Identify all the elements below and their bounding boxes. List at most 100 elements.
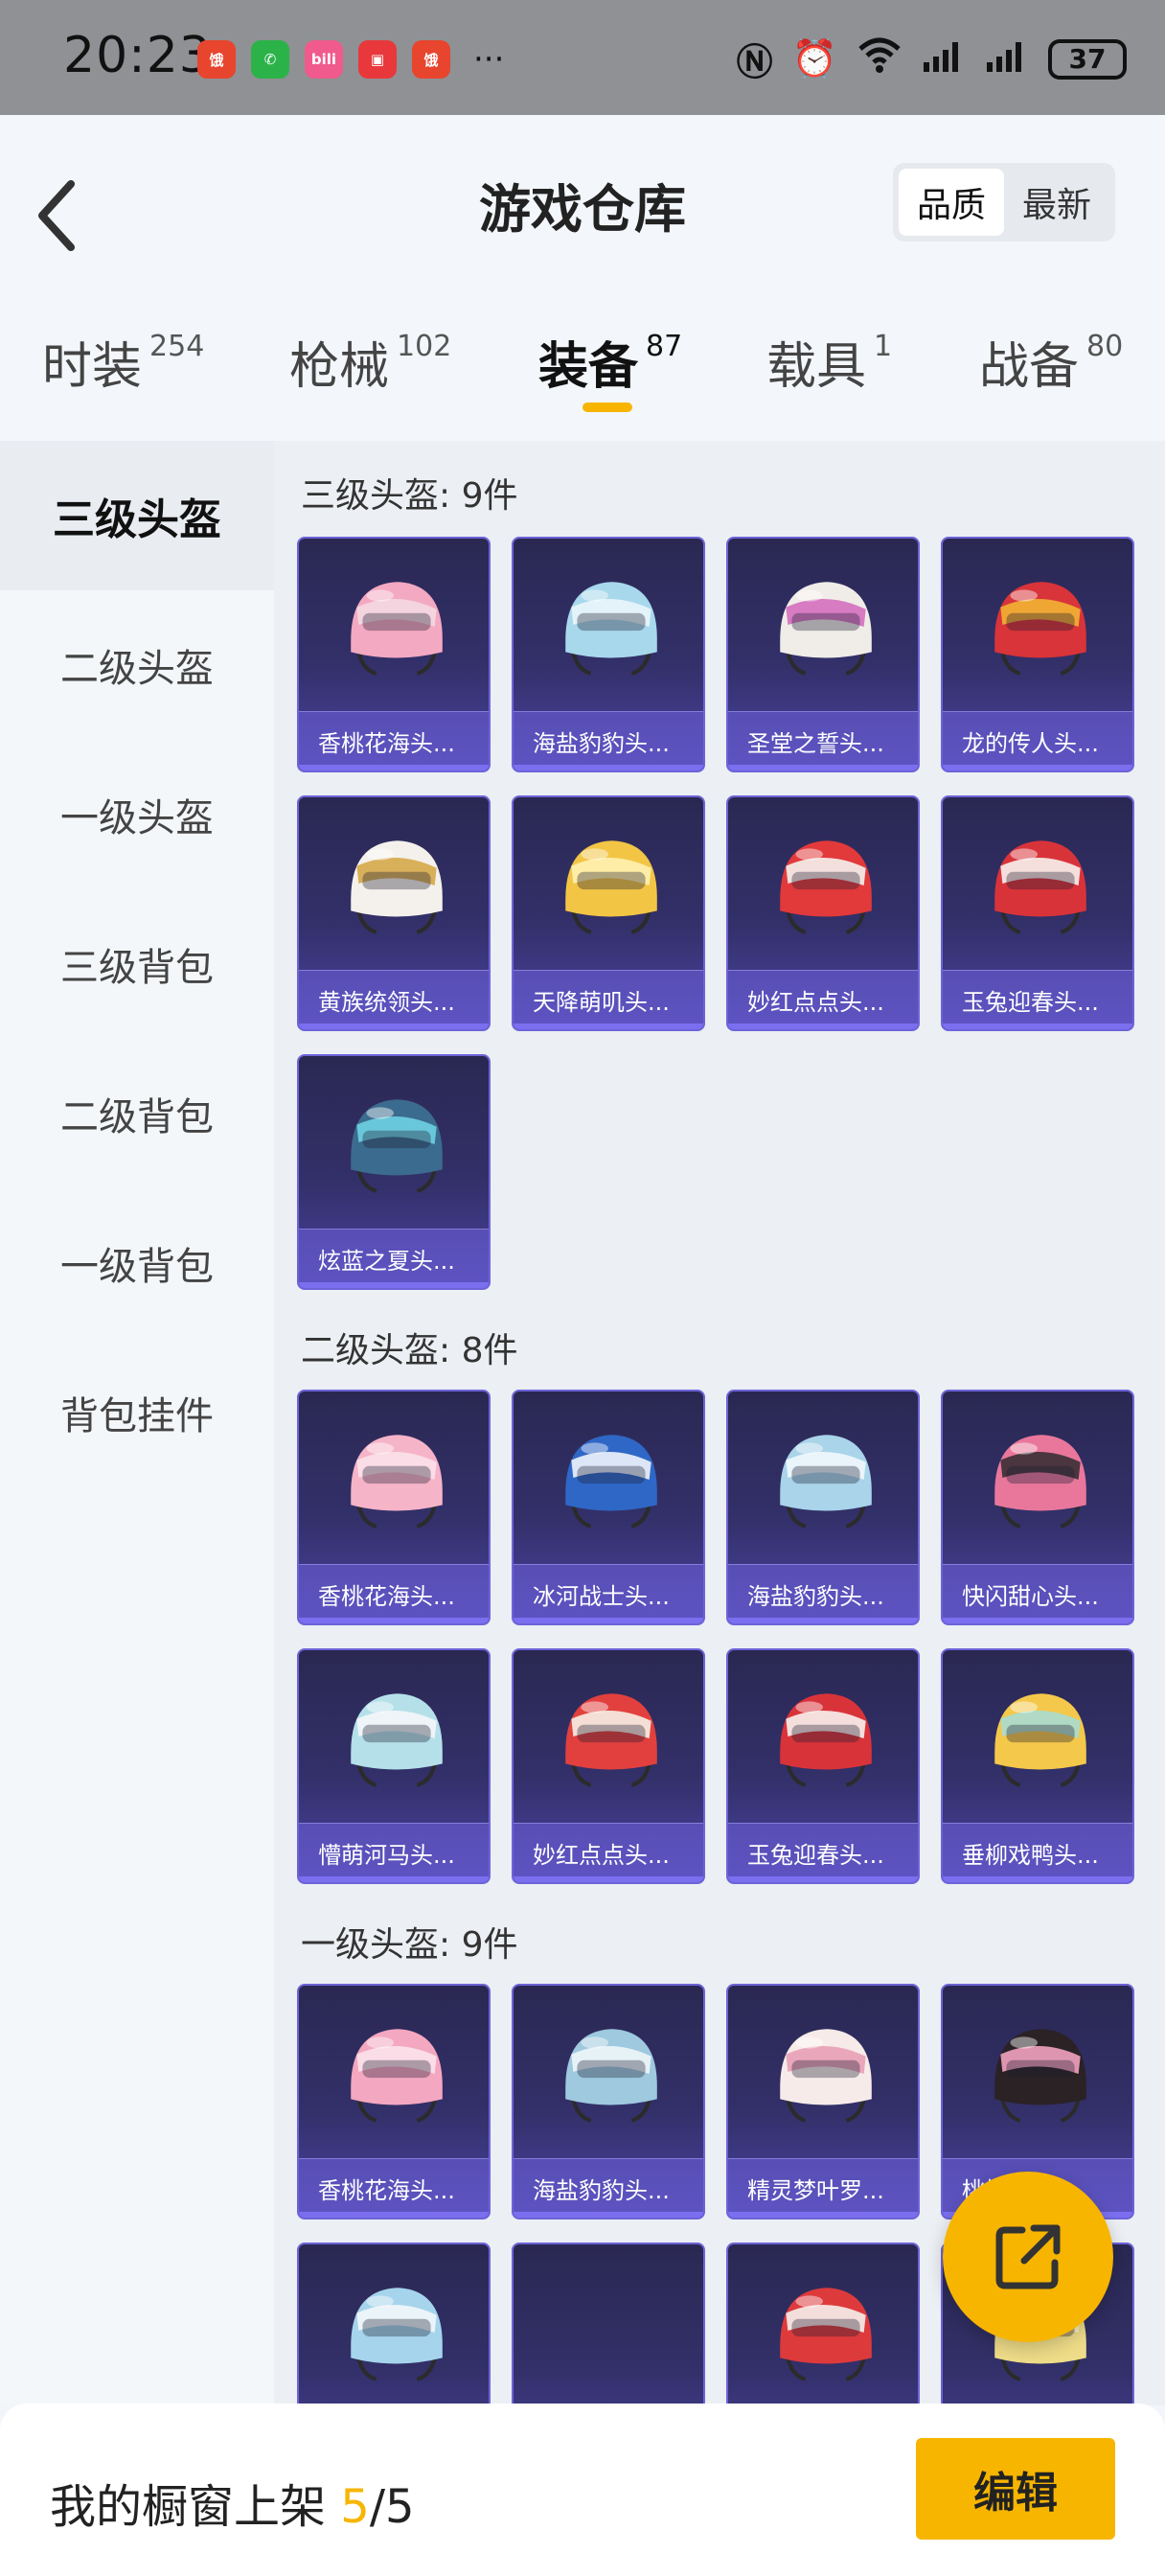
active-tab-indicator: [582, 402, 632, 412]
rarity-bar: [943, 765, 1132, 770]
tab-weapons[interactable]: 枪械 102: [289, 326, 451, 398]
helmet-icon: [565, 1693, 657, 1787]
helmet-icon: [780, 2029, 872, 2123]
helmet-icon: [351, 582, 443, 676]
item-card[interactable]: 玉兔迎春头...: [726, 1648, 920, 1884]
sort-toggle: 品质 最新: [893, 163, 1115, 242]
item-name: 龙的传人头...: [943, 711, 1132, 770]
item-name: 玉兔迎春头...: [943, 970, 1132, 1029]
item-card[interactable]: 龙的传人头...: [941, 537, 1134, 772]
item-card[interactable]: 海盐豹豹头...: [726, 1390, 920, 1625]
item-name: 妙红点点头...: [728, 970, 918, 1029]
item-card[interactable]: 香桃花海头...: [297, 1390, 491, 1625]
rarity-bar: [728, 1876, 918, 1882]
share-button[interactable]: [943, 2172, 1113, 2342]
tab-vehicles[interactable]: 载具 1: [766, 326, 892, 398]
nfc-icon: Ⓝ: [736, 41, 773, 83]
helmet-icon: [351, 1435, 443, 1529]
wifi-icon: [857, 35, 902, 82]
showcase-total-count: 5: [385, 2480, 415, 2534]
food-app-icon-2: 饿: [412, 40, 450, 79]
tab-fashion[interactable]: 时装 254: [42, 326, 204, 398]
edit-button[interactable]: 编辑: [916, 2438, 1115, 2540]
sidebar-item-level2-helmet[interactable]: 二级头盔: [0, 590, 274, 740]
helmet-icon: [565, 582, 657, 676]
rarity-bar: [728, 1024, 918, 1029]
header: 游戏仓库 品质 最新 时装 254 枪械 102 装备 87 载具 1 战备 8…: [0, 115, 1165, 441]
item-card[interactable]: 玉兔迎春头...: [941, 795, 1134, 1031]
item-card[interactable]: [297, 2242, 491, 2405]
rarity-bar: [299, 1618, 489, 1623]
status-time: 20:23: [63, 27, 212, 84]
helmet-icon: [351, 2288, 443, 2381]
helmet-icon: [780, 582, 872, 676]
helmet-icon: [565, 1435, 657, 1529]
sort-latest-button[interactable]: 最新: [1004, 169, 1109, 236]
rarity-bar: [299, 2212, 489, 2218]
item-card[interactable]: 懵萌河马头...: [297, 1648, 491, 1884]
item-name: 冰河战士头...: [514, 1564, 703, 1623]
item-card[interactable]: 垂柳戏鸭头...: [941, 1648, 1134, 1884]
more-notifications-icon: ···: [473, 40, 505, 79]
section-title: 一级头盔: 9件: [301, 1925, 518, 1965]
rarity-bar: [514, 765, 703, 770]
sort-quality-button[interactable]: 品质: [899, 169, 1004, 236]
helmet-icon: [351, 2029, 443, 2123]
food-app-icon: 饿: [197, 40, 236, 79]
rarity-bar: [728, 765, 918, 770]
sidebar-item-level1-helmet[interactable]: 一级头盔: [0, 740, 274, 889]
item-card[interactable]: [726, 2242, 920, 2405]
item-name: 海盐豹豹头...: [514, 711, 703, 770]
item-card[interactable]: 精灵梦叶罗...: [726, 1984, 920, 2220]
tab-count: 254: [149, 330, 205, 363]
item-card[interactable]: 天降萌叽头...: [512, 795, 705, 1031]
status-indicators: Ⓝ ⏰ 37: [737, 33, 1127, 85]
rarity-bar: [728, 1618, 918, 1623]
tab-label: 战备: [979, 338, 1080, 396]
helmet-icon: [994, 2029, 1086, 2123]
item-card[interactable]: 快闪甜心头...: [941, 1390, 1134, 1625]
tab-equipment[interactable]: 装备 87: [538, 326, 682, 398]
item-card[interactable]: 炫蓝之夏头...: [297, 1054, 491, 1290]
item-card[interactable]: 黄族统领头...: [297, 795, 491, 1031]
sidebar-item-level3-backpack[interactable]: 三级背包: [0, 889, 274, 1039]
battery-level: 37: [1068, 43, 1107, 75]
rarity-bar: [299, 1282, 489, 1288]
showcase-status: 我的橱窗上架 5/5: [50, 2469, 415, 2536]
tab-label: 载具: [766, 338, 867, 396]
showcase-bar: 我的橱窗上架 5/5 编辑: [0, 2404, 1165, 2576]
item-card[interactable]: 妙红点点头...: [726, 795, 920, 1031]
item-card[interactable]: 冰河战士头...: [512, 1390, 705, 1625]
sidebar-item-level1-backpack[interactable]: 一级背包: [0, 1188, 274, 1338]
item-card[interactable]: 香桃花海头...: [297, 537, 491, 772]
item-card[interactable]: [512, 2242, 705, 2405]
showcase-label: 我的橱窗上架: [50, 2480, 327, 2534]
signal-icon-2: [985, 37, 1029, 80]
showcase-current-count: 5: [340, 2480, 370, 2534]
helmet-icon: [994, 1435, 1086, 1529]
tab-combat-gear[interactable]: 战备 80: [979, 326, 1123, 398]
item-name: 香桃花海头...: [299, 1564, 489, 1623]
sidebar-item-level2-backpack[interactable]: 二级背包: [0, 1039, 274, 1188]
item-name: 香桃花海头...: [299, 2158, 489, 2218]
tab-count: 102: [397, 330, 452, 363]
section-title: 二级头盔: 8件: [301, 1331, 518, 1370]
sidebar-item-level3-helmet[interactable]: 三级头盔: [0, 441, 274, 590]
rarity-bar: [514, 2212, 703, 2218]
item-card[interactable]: 妙红点点头...: [512, 1648, 705, 1884]
item-card[interactable]: 圣堂之誓头...: [726, 537, 920, 772]
item-card[interactable]: 海盐豹豹头...: [512, 1984, 705, 2220]
item-name: 海盐豹豹头...: [728, 1564, 918, 1623]
item-name: 快闪甜心头...: [943, 1564, 1132, 1623]
sidebar-item-backpack-pendant[interactable]: 背包挂件: [0, 1338, 274, 1487]
helmet-icon: [994, 1693, 1086, 1787]
helmet-icon: [351, 1693, 443, 1787]
item-card[interactable]: 海盐豹豹头...: [512, 537, 705, 772]
rarity-bar: [299, 1876, 489, 1882]
red-app-icon: ▣: [358, 40, 397, 79]
item-card[interactable]: 香桃花海头...: [297, 1984, 491, 2220]
status-bar: 20:23 饿 ✆ bili ▣ 饿 ··· Ⓝ ⏰ 37: [0, 0, 1165, 115]
item-name: 香桃花海头...: [299, 711, 489, 770]
rarity-bar: [299, 765, 489, 770]
item-name: 垂柳戏鸭头...: [943, 1823, 1132, 1882]
